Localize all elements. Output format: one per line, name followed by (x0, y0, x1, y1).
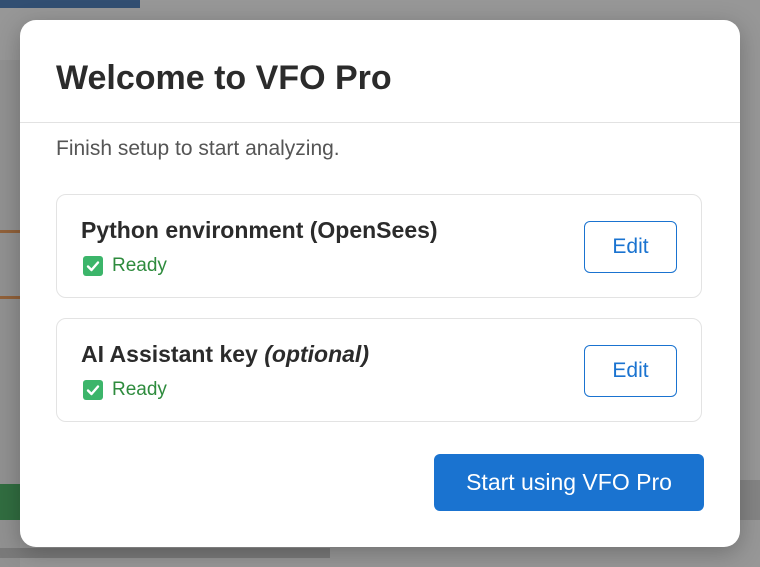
setup-item-ai-key: AI Assistant key (optional) Ready Edit (56, 318, 702, 422)
status-text: Ready (112, 255, 167, 276)
dialog-header: Welcome to VFO Pro (20, 20, 740, 123)
setup-item-title: Python environment (OpenSees) (81, 217, 438, 244)
setup-item-title-text: AI Assistant key (81, 341, 265, 367)
setup-item-title-suffix: (optional) (264, 341, 369, 367)
welcome-dialog: Welcome to VFO Pro Finish setup to start… (20, 20, 740, 547)
check-icon (83, 256, 103, 276)
setup-item-title: AI Assistant key (optional) (81, 341, 369, 368)
edit-python-button[interactable]: Edit (584, 221, 677, 273)
setup-item-python: Python environment (OpenSees) Ready Edit (56, 194, 702, 298)
check-icon (83, 380, 103, 400)
dialog-subtitle: Finish setup to start analyzing. (56, 137, 340, 160)
status-text: Ready (112, 379, 167, 400)
edit-ai-key-button[interactable]: Edit (584, 345, 677, 397)
setup-item-title-text: Python environment (OpenSees) (81, 217, 438, 243)
dialog-title: Welcome to VFO Pro (56, 59, 392, 97)
setup-item-status: Ready (83, 255, 167, 277)
setup-item-status: Ready (83, 379, 167, 401)
start-using-button[interactable]: Start using VFO Pro (434, 454, 704, 511)
